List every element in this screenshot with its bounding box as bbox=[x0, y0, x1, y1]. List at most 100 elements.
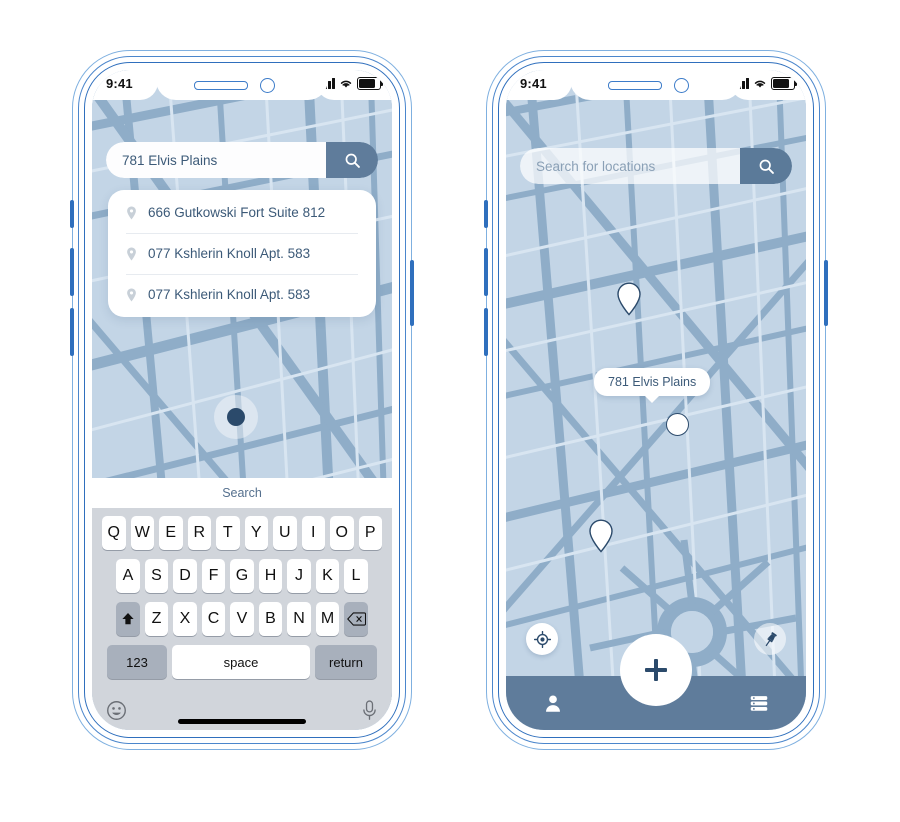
search-suggestions-list: 666 Gutkowski Fort Suite 812 077 Kshleri… bbox=[108, 190, 376, 317]
screenshot-canvas: 9:41 781 Elvis Plains 666 Gutkowski Fort… bbox=[0, 0, 900, 822]
status-clock-backdrop: 9:41 bbox=[506, 70, 572, 100]
status-time: 9:41 bbox=[106, 76, 133, 91]
key-i[interactable]: I bbox=[301, 516, 325, 550]
key-f[interactable]: F bbox=[201, 559, 226, 593]
earpiece-speaker-icon bbox=[608, 81, 662, 90]
phone-left-screen: 9:41 781 Elvis Plains 666 Gutkowski Fort… bbox=[92, 70, 392, 730]
pin-place-button[interactable] bbox=[754, 623, 786, 655]
wifi-icon bbox=[340, 80, 352, 88]
map-pin-marker-bottom[interactable] bbox=[588, 519, 614, 553]
list-item[interactable]: 077 Kshlerin Knoll Apt. 583 bbox=[108, 274, 376, 315]
key-j[interactable]: J bbox=[287, 559, 311, 593]
volume-down-button[interactable] bbox=[70, 308, 74, 356]
map-pin-icon bbox=[127, 247, 136, 260]
search-submit-button[interactable] bbox=[740, 148, 792, 184]
key-l[interactable]: L bbox=[344, 559, 368, 593]
power-button[interactable] bbox=[824, 260, 828, 326]
key-p[interactable]: P bbox=[358, 516, 382, 550]
key-s[interactable]: S bbox=[144, 559, 169, 593]
home-indicator-left[interactable] bbox=[178, 719, 306, 724]
keyboard-row-4: 123 space return bbox=[95, 645, 389, 679]
return-key[interactable]: return bbox=[315, 645, 377, 679]
locate-me-button[interactable] bbox=[526, 623, 558, 655]
add-button[interactable] bbox=[620, 634, 692, 706]
key-b[interactable]: B bbox=[258, 602, 283, 636]
key-e[interactable]: E bbox=[159, 516, 183, 550]
status-clock-backdrop: 9:41 bbox=[92, 70, 158, 100]
map-pin-marker-top[interactable] bbox=[616, 282, 642, 316]
phone-left: 9:41 781 Elvis Plains 666 Gutkowski Fort… bbox=[70, 50, 414, 750]
key-x[interactable]: X bbox=[173, 602, 197, 636]
key-h[interactable]: H bbox=[258, 559, 283, 593]
key-c[interactable]: C bbox=[201, 602, 226, 636]
search-bar-right[interactable]: Search for locations bbox=[520, 148, 792, 184]
front-camera-icon bbox=[260, 78, 275, 93]
callout-label: 781 Elvis Plains bbox=[608, 375, 697, 389]
profile-tab[interactable] bbox=[542, 692, 564, 714]
volume-up-button[interactable] bbox=[70, 248, 74, 296]
search-icon bbox=[345, 153, 360, 168]
microphone-icon[interactable] bbox=[361, 699, 378, 721]
search-input[interactable]: Search for locations bbox=[520, 148, 740, 184]
shift-key[interactable] bbox=[116, 602, 140, 636]
phone-right: 781 Elvis Plains 9:41 Search for locatio… bbox=[484, 50, 828, 750]
status-time: 9:41 bbox=[520, 76, 547, 91]
volume-up-button[interactable] bbox=[484, 248, 488, 296]
backspace-key[interactable] bbox=[344, 602, 368, 636]
power-button[interactable] bbox=[410, 260, 414, 326]
key-q[interactable]: Q bbox=[102, 516, 126, 550]
key-v[interactable]: V bbox=[230, 602, 254, 636]
key-w[interactable]: W bbox=[130, 516, 154, 550]
list-item[interactable]: 077 Kshlerin Knoll Apt. 583 bbox=[108, 233, 376, 274]
map-callout-tooltip[interactable]: 781 Elvis Plains bbox=[594, 368, 711, 396]
on-screen-keyboard[interactable]: Q W E R T Y U I O P A S D F G H J K L Z … bbox=[92, 508, 392, 690]
wifi-icon bbox=[754, 80, 766, 88]
keyboard-toolbar: Search bbox=[92, 478, 392, 508]
status-icons bbox=[734, 77, 798, 90]
suggestion-label: 077 Kshlerin Knoll Apt. 583 bbox=[148, 246, 311, 261]
volume-down-button[interactable] bbox=[484, 308, 488, 356]
key-k[interactable]: K bbox=[315, 559, 340, 593]
key-r[interactable]: R bbox=[187, 516, 211, 550]
key-d[interactable]: D bbox=[173, 559, 197, 593]
pushpin-icon bbox=[765, 631, 777, 646]
list-tab[interactable] bbox=[748, 692, 770, 714]
keyboard-row-1: Q W E R T Y U I O P bbox=[95, 516, 389, 550]
mute-switch[interactable] bbox=[484, 200, 488, 228]
keyboard-toolbar-label[interactable]: Search bbox=[222, 486, 262, 500]
current-location-dot bbox=[227, 408, 245, 426]
battery-icon bbox=[771, 77, 798, 90]
space-key[interactable]: space bbox=[172, 645, 310, 679]
key-z[interactable]: Z bbox=[144, 602, 169, 636]
key-g[interactable]: G bbox=[230, 559, 254, 593]
map-pin-icon bbox=[127, 206, 136, 219]
key-o[interactable]: O bbox=[330, 516, 354, 550]
plus-icon bbox=[645, 659, 667, 681]
key-n[interactable]: N bbox=[287, 602, 311, 636]
front-camera-icon bbox=[674, 78, 689, 93]
emoji-smiley-icon[interactable] bbox=[106, 700, 127, 721]
key-y[interactable]: Y bbox=[244, 516, 268, 550]
key-m[interactable]: M bbox=[315, 602, 340, 636]
suggestion-label: 666 Gutkowski Fort Suite 812 bbox=[148, 205, 326, 220]
earpiece-speaker-icon bbox=[194, 81, 248, 90]
search-submit-button[interactable] bbox=[326, 142, 378, 178]
map-pin-icon bbox=[127, 288, 136, 301]
notch-left bbox=[156, 70, 328, 100]
search-bar-left[interactable]: 781 Elvis Plains bbox=[106, 142, 378, 178]
notch-right bbox=[570, 70, 742, 100]
battery-icon bbox=[357, 77, 384, 90]
list-item[interactable]: 666 Gutkowski Fort Suite 812 bbox=[108, 192, 376, 233]
keyboard-bottom-bar bbox=[92, 690, 392, 730]
mute-switch[interactable] bbox=[70, 200, 74, 228]
selected-location-marker[interactable] bbox=[666, 413, 689, 436]
current-location-marker[interactable] bbox=[214, 395, 258, 439]
backspace-icon bbox=[346, 612, 366, 626]
numeric-key[interactable]: 123 bbox=[107, 645, 167, 679]
key-t[interactable]: T bbox=[216, 516, 240, 550]
shift-arrow-icon bbox=[122, 613, 134, 625]
phone-right-screen: 781 Elvis Plains 9:41 Search for locatio… bbox=[506, 70, 806, 730]
key-a[interactable]: A bbox=[116, 559, 140, 593]
search-input[interactable]: 781 Elvis Plains bbox=[106, 142, 326, 178]
key-u[interactable]: U bbox=[273, 516, 297, 550]
